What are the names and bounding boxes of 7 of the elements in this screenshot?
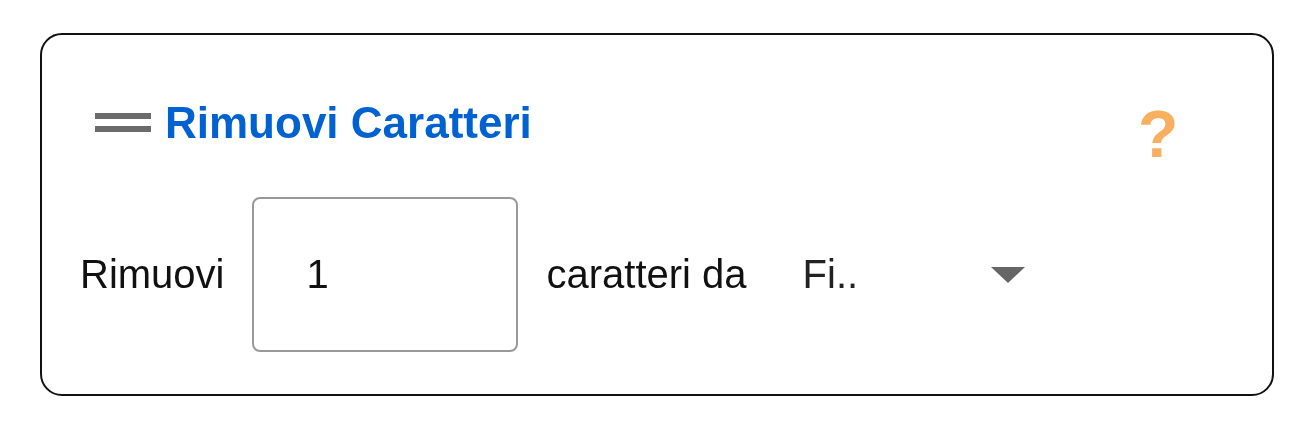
count-field[interactable]: 1 <box>252 197 519 352</box>
label-text: caratteri da <box>546 252 747 297</box>
block-title: Rimuovi Caratteri <box>165 98 532 148</box>
label-text: Rimuovi <box>80 252 225 297</box>
drag-handle-icon[interactable] <box>95 113 151 133</box>
position-dropdown[interactable]: Fi.. <box>802 252 1025 297</box>
caret-icon <box>990 266 1025 283</box>
